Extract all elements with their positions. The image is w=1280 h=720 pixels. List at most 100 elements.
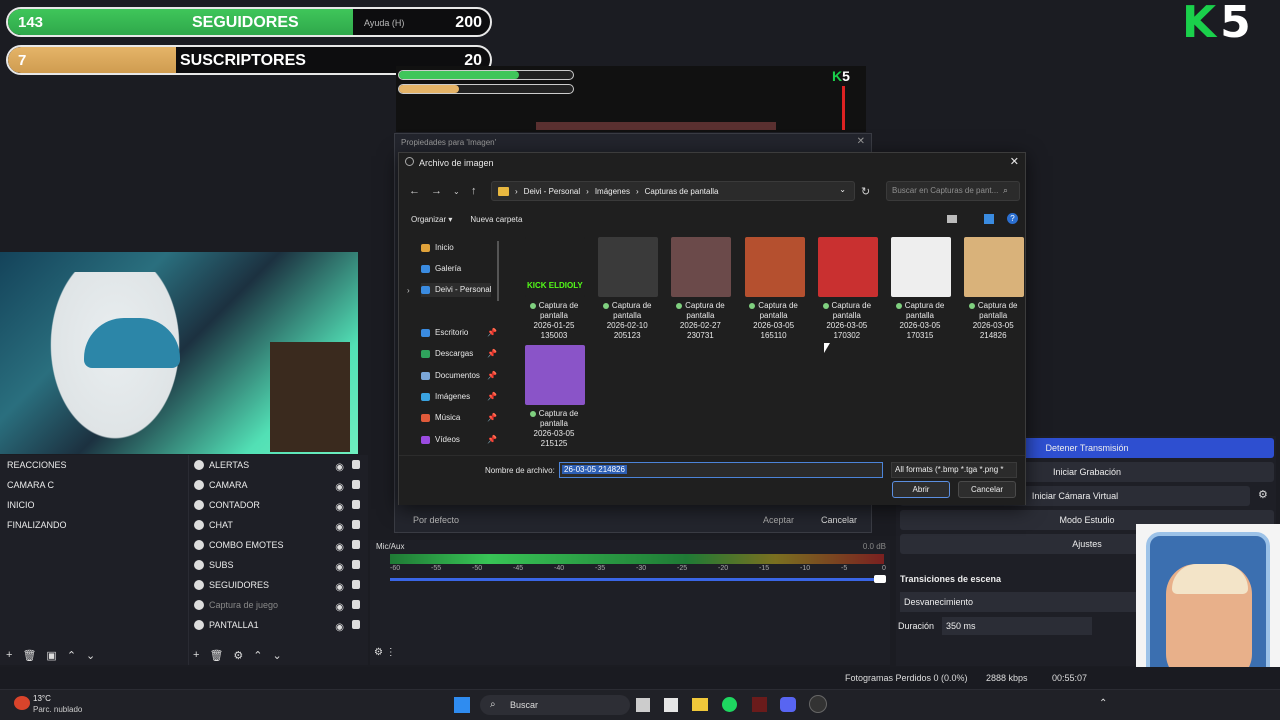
source-item[interactable]: Captura de juego ◉ bbox=[189, 595, 368, 615]
trash-icon[interactable]: 🗑 bbox=[22, 649, 36, 662]
accept-button[interactable]: Aceptar bbox=[763, 515, 794, 525]
taskbar-search[interactable]: Buscar bbox=[480, 695, 630, 715]
nav-item[interactable]: Escritorio 📌 bbox=[421, 326, 497, 340]
source-item[interactable]: PANTALLA1 ◉ bbox=[189, 615, 368, 635]
chevron-up-icon[interactable]: ⌃ bbox=[253, 649, 262, 662]
spotify-icon[interactable] bbox=[722, 697, 737, 712]
lock-icon[interactable] bbox=[352, 620, 360, 629]
nav-item[interactable]: Deivi - Personal bbox=[421, 283, 492, 297]
source-item[interactable]: SUBS ◉ bbox=[189, 555, 368, 575]
tray-chevron-icon[interactable]: ⌃ bbox=[1099, 698, 1107, 709]
mixer-settings-icon[interactable]: ⚙ ⋮ bbox=[374, 647, 396, 658]
filename-input[interactable]: 26-03-05 214826 bbox=[559, 462, 883, 478]
lock-icon[interactable] bbox=[352, 560, 360, 569]
subscribers-count: 7 bbox=[18, 52, 27, 69]
file-thumbnail[interactable]: Captura de pantalla 2026-03-05 170315 bbox=[885, 235, 955, 345]
preview-pane-icon[interactable] bbox=[984, 214, 994, 224]
file-thumbnail[interactable]: Captura de pantalla 2026-02-10 205123 bbox=[592, 235, 662, 345]
scene-item[interactable]: INICIO bbox=[0, 495, 188, 515]
props-cancel-button[interactable]: Cancelar bbox=[821, 515, 857, 525]
new-folder-button[interactable]: Nueva carpeta bbox=[470, 215, 522, 224]
recent-chevron-icon[interactable]: ⌄ bbox=[453, 187, 460, 196]
help-icon[interactable]: ? bbox=[1007, 213, 1018, 224]
logo-k: K bbox=[1182, 0, 1217, 48]
source-item[interactable]: ALERTAS ◉ bbox=[189, 455, 368, 475]
open-button[interactable]: Abrir bbox=[892, 481, 950, 498]
store-icon[interactable] bbox=[664, 698, 678, 712]
obs-icon[interactable] bbox=[809, 695, 827, 713]
lock-icon[interactable] bbox=[352, 580, 360, 589]
lock-icon[interactable] bbox=[352, 600, 360, 609]
close-icon[interactable]: ✕ bbox=[1010, 155, 1019, 168]
nav-item[interactable]: Vídeos 📌 bbox=[421, 433, 497, 447]
file-thumbnail[interactable]: Captura de pantalla 2026-03-05 165110 bbox=[739, 235, 809, 345]
address-bar[interactable]: › Deivi - Personal › Imágenes › Capturas… bbox=[491, 181, 855, 201]
volume-slider-handle[interactable] bbox=[874, 575, 886, 583]
breadcrumb-item[interactable]: Capturas de pantalla bbox=[645, 187, 719, 196]
file-thumbnail[interactable]: Captura de pantalla 2026-03-05 170302 bbox=[812, 235, 882, 345]
add-icon[interactable]: + bbox=[6, 649, 12, 661]
nav-item[interactable]: Música 📌 bbox=[421, 411, 497, 425]
close-icon[interactable]: ✕ bbox=[857, 136, 865, 147]
default-button[interactable]: Por defecto bbox=[413, 515, 459, 525]
nav-item[interactable]: Descargas 📌 bbox=[421, 347, 497, 361]
nav-label: Deivi - Personal bbox=[435, 285, 492, 294]
pin-icon: 📌 bbox=[487, 413, 497, 422]
forward-icon[interactable]: → bbox=[431, 185, 442, 197]
gear-icon[interactable]: ⚙ bbox=[233, 649, 243, 662]
file-thumbnail[interactable]: Captura de pantalla 2026-03-05 215125 bbox=[519, 343, 589, 453]
scene-item[interactable]: REACCIONES bbox=[0, 455, 188, 475]
followers-count: 143 bbox=[18, 14, 44, 31]
lock-icon[interactable] bbox=[352, 460, 360, 469]
breadcrumb-item[interactable]: Imágenes bbox=[595, 187, 630, 196]
folder-icon[interactable] bbox=[692, 698, 708, 711]
visibility-eye-icon[interactable]: ◉ bbox=[335, 618, 344, 638]
windows-start-icon[interactable] bbox=[454, 697, 470, 713]
nav-item[interactable]: Inicio bbox=[421, 241, 454, 255]
view-icon[interactable] bbox=[947, 215, 957, 223]
source-item[interactable]: COMBO EMOTES ◉ bbox=[189, 535, 368, 555]
lock-icon[interactable] bbox=[352, 540, 360, 549]
file-thumbnail[interactable]: KICK ELDIOLY Captura de pantalla 2026-01-25… bbox=[519, 235, 589, 345]
lock-icon[interactable] bbox=[352, 500, 360, 509]
task-view-icon[interactable] bbox=[636, 698, 650, 712]
lock-icon[interactable] bbox=[352, 520, 360, 529]
scene-item[interactable]: CAMARA C bbox=[0, 475, 188, 495]
filter-icon[interactable]: ▣ bbox=[46, 649, 56, 662]
source-item[interactable]: CONTADOR ◉ bbox=[189, 495, 368, 515]
expand-chevron-icon[interactable]: › bbox=[407, 286, 410, 295]
trash-icon[interactable]: 🗑 bbox=[209, 649, 223, 662]
source-item[interactable]: CHAT ◉ bbox=[189, 515, 368, 535]
filetype-select[interactable]: All formats (*.bmp *.tga *.png * bbox=[891, 462, 1017, 478]
chevron-down-icon[interactable]: ⌄ bbox=[273, 649, 282, 662]
nav-scrollbar[interactable] bbox=[497, 241, 499, 301]
chevron-down-icon[interactable]: ⌄ bbox=[839, 185, 846, 194]
file-thumbnail[interactable]: Captura de pantalla 2026-02-27 230731 bbox=[665, 235, 735, 345]
chevron-down-icon[interactable]: ⌄ bbox=[86, 649, 95, 662]
breadcrumb-item[interactable]: Deivi - Personal bbox=[524, 187, 580, 196]
source-item[interactable]: CAMARA ◉ bbox=[189, 475, 368, 495]
source-item[interactable]: SEGUIDORES ◉ bbox=[189, 575, 368, 595]
app-icon[interactable] bbox=[752, 697, 767, 712]
organize-menu[interactable]: Organizar ▾ bbox=[411, 215, 452, 224]
up-icon[interactable]: ↑ bbox=[471, 185, 477, 197]
scene-item[interactable]: FINALIZANDO bbox=[0, 515, 188, 535]
volume-slider[interactable] bbox=[390, 578, 880, 581]
nav-item[interactable]: Galería bbox=[421, 262, 461, 276]
nav-item[interactable]: Documentos 📌 bbox=[421, 369, 497, 383]
file-thumbnail[interactable]: Captura de pantalla 2026-03-05 214826 bbox=[958, 235, 1028, 345]
nav-item[interactable]: Imágenes 📌 bbox=[421, 390, 497, 404]
discord-icon[interactable] bbox=[780, 697, 796, 712]
source-label: CAMARA bbox=[209, 480, 248, 490]
add-icon[interactable]: + bbox=[193, 649, 199, 661]
refresh-icon[interactable]: ↻ bbox=[861, 185, 870, 198]
search-input[interactable]: Buscar en Capturas de pant... bbox=[886, 181, 1020, 201]
duration-input[interactable]: 350 ms bbox=[942, 617, 1092, 635]
cancel-button[interactable]: Cancelar bbox=[958, 481, 1016, 498]
lock-icon[interactable] bbox=[352, 480, 360, 489]
chevron-up-icon[interactable]: ⌃ bbox=[67, 649, 76, 662]
thumbnail-image: KICK ELDIOLY bbox=[525, 237, 585, 297]
transition-select[interactable]: Desvanecimiento bbox=[900, 592, 1140, 612]
back-icon[interactable]: ← bbox=[409, 185, 420, 197]
gear-icon[interactable]: ⚙ bbox=[1258, 488, 1268, 501]
